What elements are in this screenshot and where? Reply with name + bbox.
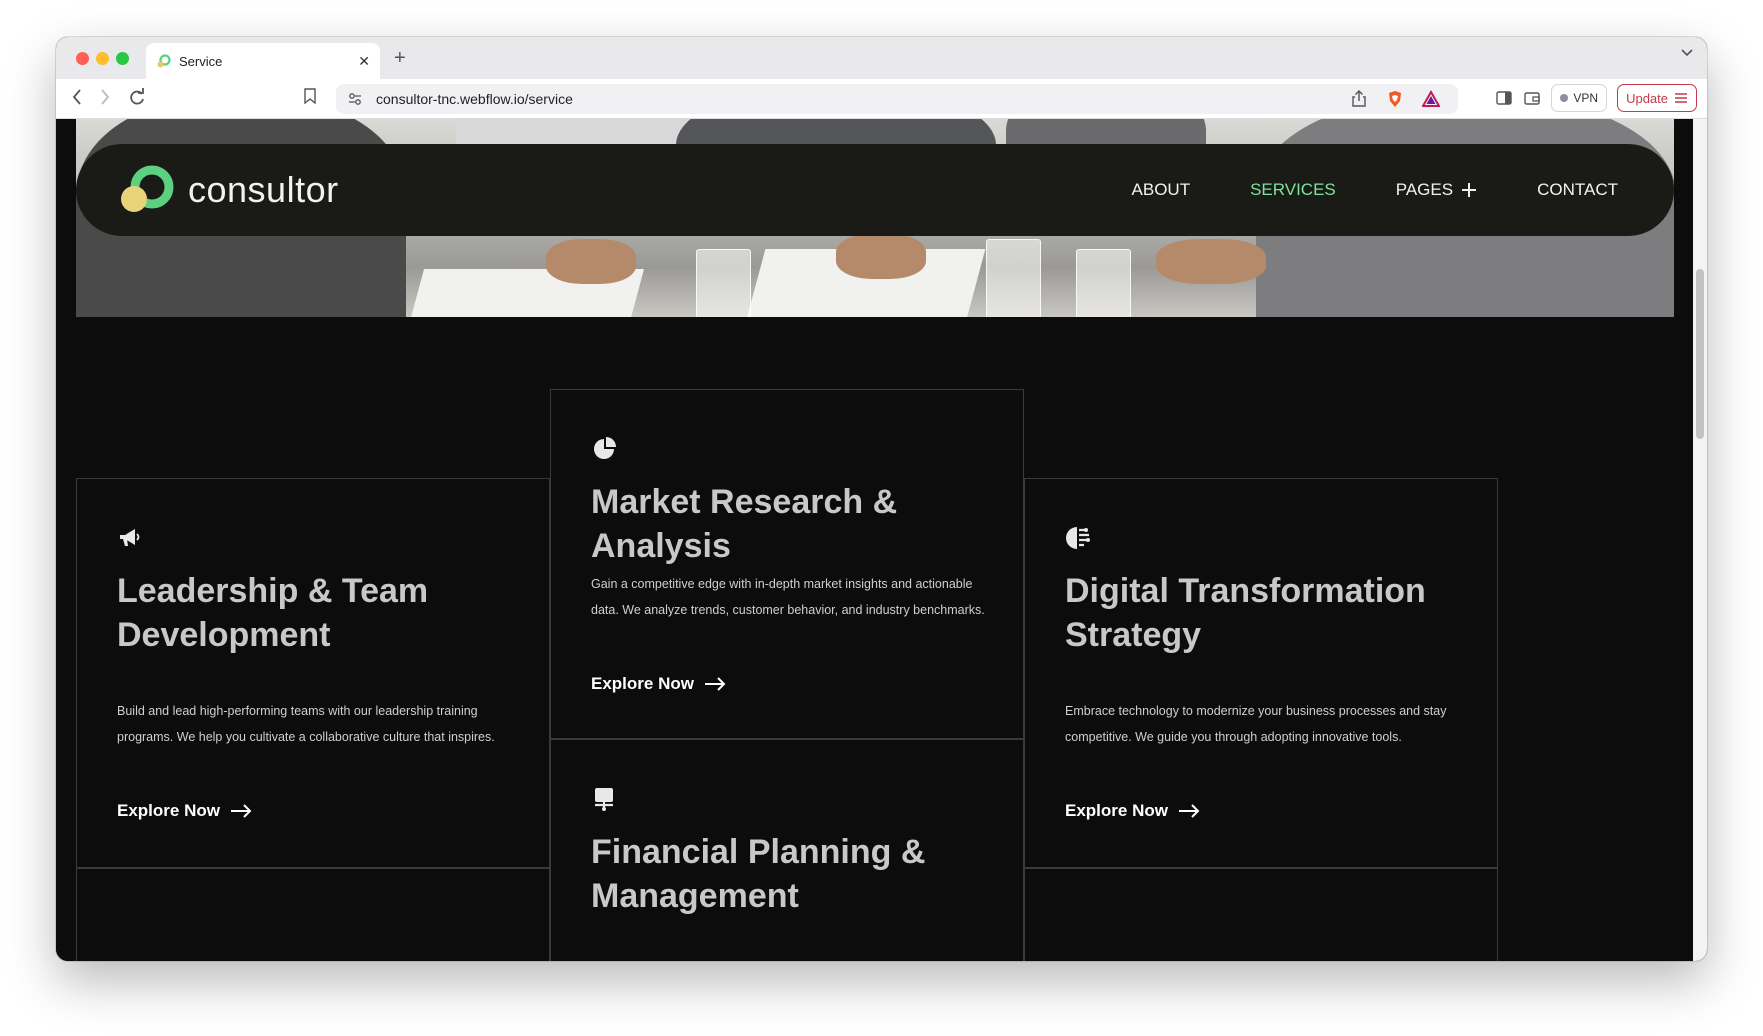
service-title: Financial Planning & Management [591,833,926,915]
digital-brain-icon [1066,527,1090,549]
logo-text: consultor [188,169,339,210]
forward-icon[interactable] [98,87,112,107]
explore-now-link[interactable]: Explore Now [1065,801,1200,821]
site-logo[interactable]: consultor [116,165,339,215]
vpn-button[interactable]: VPN [1551,84,1608,112]
plus-icon [1462,183,1477,197]
nav-pages-dropdown[interactable]: PAGES [1396,180,1477,200]
active-tab[interactable]: Service ✕ [146,43,380,79]
new-tab-button[interactable]: + [394,47,406,70]
close-window-button[interactable] [76,52,89,65]
browser-window: Service ✕ + consultor-tnc.webflow.io/ser… [56,37,1707,961]
main-menu: ABOUT SERVICES PAGES CONTACT [1132,180,1618,200]
brave-shield-icon[interactable] [1386,90,1404,108]
vpn-status-icon [1560,94,1569,102]
update-button[interactable]: Update [1617,84,1697,112]
site-favicon-icon [157,53,171,67]
nav-pages: PAGES [1395,180,1454,199]
service-title: Digital Transformation Strategy [1065,572,1426,654]
site-settings-icon[interactable] [348,92,362,106]
sidebar-toggle-icon[interactable] [1495,89,1513,107]
reload-icon[interactable] [128,87,146,107]
site-navbar: consultor ABOUT SERVICES PAGES CONTACT [76,144,1674,236]
maximize-window-button[interactable] [116,52,129,65]
explore-now-link[interactable]: Explore Now [591,674,726,694]
tab-close-icon[interactable]: ✕ [358,53,370,70]
wallet-icon[interactable] [1523,89,1541,107]
service-description: Embrace technology to modernize your bus… [1065,704,1447,744]
service-card-market-research: Market Research & Analysis Gain a compet… [550,389,1024,739]
service-description: Gain a competitive edge with in-depth ma… [591,577,985,617]
service-card-partial [1024,868,1498,961]
pie-chart-icon [594,437,616,459]
arrow-right-icon [1178,804,1200,818]
service-card-financial-planning: Financial Planning & Management [550,739,1024,961]
address-bar[interactable]: consultor-tnc.webflow.io/service [336,84,1458,114]
service-description: Build and lead high-performing teams wit… [117,704,495,744]
megaphone-icon [120,529,140,546]
brave-rewards-icon[interactable] [1422,90,1440,108]
vpn-label: VPN [1573,91,1599,105]
arrow-right-icon [230,804,252,818]
tab-bar: Service ✕ + [56,37,1707,79]
nav-contact[interactable]: CONTACT [1537,180,1618,200]
service-card-digital-transformation: Digital Transformation Strategy Embrace … [1024,478,1498,868]
explore-now-label: Explore Now [1065,801,1168,820]
presentation-icon [595,788,613,811]
scrollbar-thumb[interactable] [1696,269,1704,439]
arrow-right-icon [704,677,726,691]
tab-title: Service [179,53,223,69]
service-card-leadership: Leadership & Team Development Build and … [76,478,550,868]
url-text: consultor-tnc.webflow.io/service [376,91,573,107]
back-icon[interactable] [70,87,84,107]
browser-toolbar: consultor-tnc.webflow.io/service VPN Upd… [56,79,1707,119]
nav-services[interactable]: SERVICES [1250,180,1336,200]
explore-now-link[interactable]: Explore Now [117,801,252,821]
consultor-logo-icon [121,165,174,212]
update-label: Update [1626,90,1668,106]
hamburger-menu-icon [1675,93,1687,103]
explore-now-label: Explore Now [591,674,694,693]
service-card-partial [76,868,550,961]
service-title: Market Research & Analysis [591,483,898,565]
nav-about[interactable]: ABOUT [1132,180,1191,200]
share-icon[interactable] [1350,90,1368,108]
tab-list-chevron-icon[interactable] [1681,49,1693,57]
minimize-window-button[interactable] [96,52,109,65]
page-scrollbar[interactable] [1693,119,1707,961]
service-title: Leadership & Team Development [117,572,429,654]
page-viewport: consultor ABOUT SERVICES PAGES CONTACT L… [56,119,1693,961]
bookmark-icon[interactable] [304,88,316,104]
explore-now-label: Explore Now [117,801,220,820]
